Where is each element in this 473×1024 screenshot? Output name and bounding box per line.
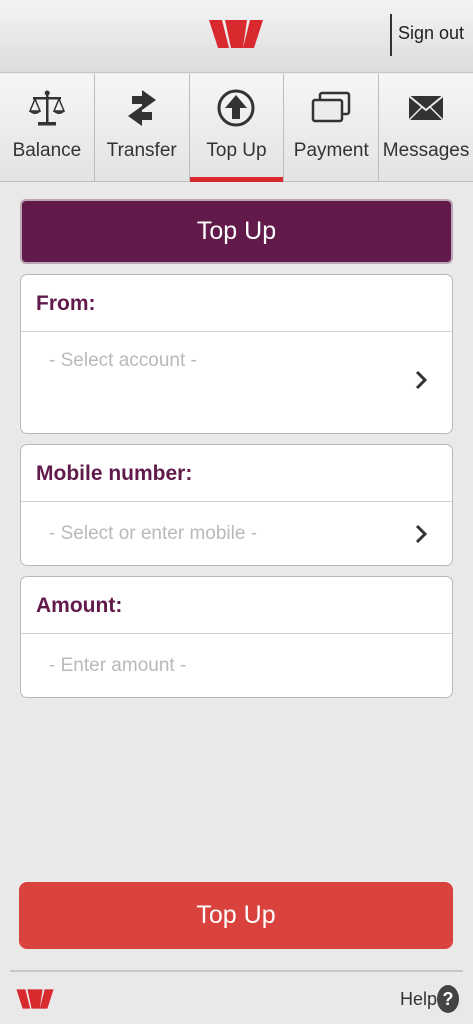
westpac-logo-small bbox=[16, 989, 54, 1009]
from-label: From: bbox=[21, 275, 452, 332]
amount-label: Amount: bbox=[21, 577, 452, 634]
tab-top-up-label: Top Up bbox=[206, 140, 267, 161]
tab-transfer[interactable]: Transfer bbox=[94, 74, 190, 181]
tab-balance[interactable]: Balance bbox=[0, 74, 95, 181]
page-title: Top Up bbox=[20, 199, 453, 264]
amount-input[interactable]: - Enter amount - bbox=[21, 634, 452, 697]
tab-transfer-label: Transfer bbox=[106, 140, 177, 161]
help-icon[interactable]: ? bbox=[437, 985, 459, 1013]
main-tabs: Balance Transfer Top Up Payment Messages bbox=[0, 74, 473, 182]
scales-icon bbox=[28, 90, 66, 126]
chevron-right-icon bbox=[415, 370, 428, 390]
account-select-placeholder: - Select account - bbox=[49, 350, 197, 371]
sign-out-button[interactable]: Sign out bbox=[398, 20, 468, 46]
westpac-logo bbox=[209, 20, 263, 48]
tab-messages-label: Messages bbox=[382, 140, 470, 161]
tab-top-up[interactable]: Top Up bbox=[189, 74, 285, 182]
mobile-select[interactable]: - Select or enter mobile - bbox=[21, 502, 452, 565]
tab-messages[interactable]: Messages bbox=[379, 74, 473, 181]
footer-divider bbox=[10, 970, 463, 972]
chevron-right-icon bbox=[415, 524, 428, 544]
tab-payment-label: Payment bbox=[293, 140, 369, 161]
tab-balance-label: Balance bbox=[12, 140, 82, 161]
help-label[interactable]: Help bbox=[400, 987, 437, 1011]
envelope-icon bbox=[408, 95, 444, 121]
upload-arrow-icon bbox=[217, 89, 255, 127]
app-header: Sign out bbox=[0, 0, 473, 73]
transfer-arrows-icon bbox=[127, 90, 156, 126]
top-up-button[interactable]: Top Up bbox=[19, 882, 453, 949]
tab-payment[interactable]: Payment bbox=[284, 74, 380, 181]
amount-input-placeholder: - Enter amount - bbox=[49, 655, 187, 676]
from-card: From: - Select account - bbox=[20, 274, 453, 434]
mobile-select-placeholder: - Select or enter mobile - bbox=[49, 523, 258, 544]
mobile-card: Mobile number: - Select or enter mobile … bbox=[20, 444, 453, 566]
header-divider bbox=[390, 14, 392, 56]
mobile-label: Mobile number: bbox=[21, 445, 452, 502]
account-select[interactable]: - Select account - bbox=[21, 332, 452, 433]
amount-card: Amount: - Enter amount - bbox=[20, 576, 453, 698]
cards-icon bbox=[312, 91, 351, 123]
